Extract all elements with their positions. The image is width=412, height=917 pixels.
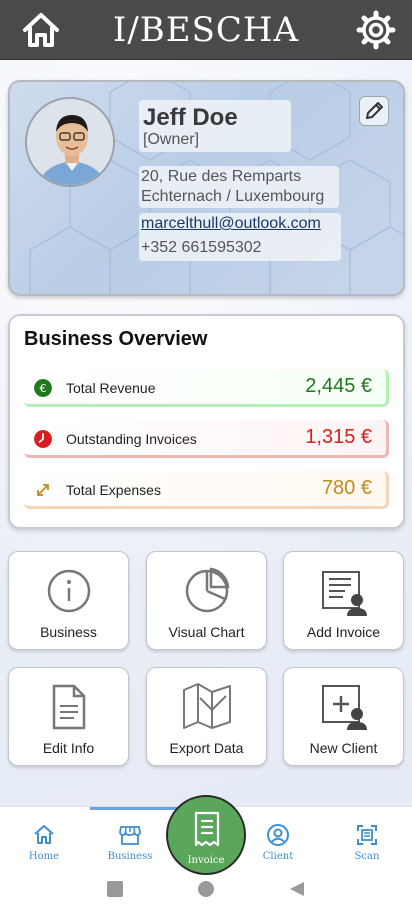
edit-info-tile-label: Edit Info [42, 740, 95, 756]
business-tile-label: Business [40, 624, 97, 640]
system-home-button[interactable] [197, 880, 215, 903]
export-data-tile-label: Export Data [169, 740, 244, 756]
business-tile[interactable]: Business [8, 551, 129, 650]
euro-icon: € [34, 379, 52, 397]
phone-number: +352 661595302 [141, 239, 262, 256]
nav-item-scan[interactable]: Scan [332, 821, 402, 865]
edit-profile-button[interactable] [359, 96, 389, 126]
clock-icon [34, 430, 52, 448]
nav-label-business: Business [107, 851, 153, 862]
add-invoice-tile[interactable]: Add Invoice [283, 551, 404, 650]
export-data-tile[interactable]: Export Data [146, 667, 267, 766]
map-icon [183, 683, 231, 729]
total-revenue-label: Total Revenue [66, 380, 156, 396]
back-triangle-icon [290, 882, 304, 896]
document-icon [52, 684, 86, 730]
new-client-tile[interactable]: New Client [283, 667, 404, 766]
nav-item-client[interactable]: Client [243, 821, 313, 865]
user-circle-icon [267, 824, 289, 846]
add-invoice-icon [322, 571, 367, 616]
total-expenses-label: Total Expenses [66, 482, 161, 498]
total-expenses-value: 780 € [321, 477, 372, 499]
gear-icon [356, 10, 396, 50]
edit-info-tile[interactable]: Edit Info [8, 667, 129, 766]
add-user-icon [322, 685, 367, 730]
profile-role: [Owner] [143, 131, 200, 148]
invoice-fab-button[interactable]: Invoice [166, 795, 246, 875]
outstanding-invoices-row[interactable]: Outstanding Invoices 1,315 € [24, 420, 389, 458]
profile-name: Jeff Doe [143, 104, 238, 131]
system-recents-button[interactable] [106, 880, 124, 903]
info-icon [47, 569, 91, 613]
receipt-icon [194, 811, 220, 847]
visual-chart-tile-label: Visual Chart [168, 624, 245, 640]
business-overview-card: Business Overview € Total Revenue 2,445 … [8, 314, 405, 529]
email-link[interactable]: marcelthull@outlook.com [141, 215, 321, 233]
nav-label-client: Client [262, 851, 294, 862]
pencil-icon [366, 102, 383, 119]
visual-chart-tile[interactable]: Visual Chart [146, 551, 267, 650]
nav-active-indicator [90, 807, 178, 810]
nav-label-home: Home [28, 851, 60, 862]
scan-icon [357, 825, 377, 845]
nav-label-scan: Scan [354, 851, 380, 862]
avatar [25, 97, 115, 187]
outstanding-invoices-label: Outstanding Invoices [66, 431, 197, 447]
add-invoice-tile-label: Add Invoice [306, 624, 381, 640]
system-back-button[interactable] [288, 880, 306, 903]
top-bar: I/BESCHA [0, 0, 412, 60]
total-revenue-row[interactable]: € Total Revenue 2,445 € [24, 369, 389, 407]
new-client-tile-label: New Client [309, 740, 378, 756]
contact-box: marcelthull@outlook.com +352 661595302 [139, 213, 341, 261]
total-expenses-row[interactable]: Total Expenses 780 € [24, 471, 389, 509]
address-box: 20, Rue des Remparts Echternach / Luxemb… [139, 166, 339, 208]
circle-icon [198, 881, 214, 897]
overview-title: Business Overview [24, 328, 208, 350]
total-revenue-value: 2,445 € [305, 375, 372, 397]
settings-button[interactable] [356, 10, 396, 50]
nav-label-invoice: Invoice [187, 855, 225, 866]
address-line-1: 20, Rue des Remparts [141, 168, 302, 185]
address-line-2: Echternach / Luxembourg [141, 188, 325, 205]
home-icon [34, 825, 54, 844]
name-box: Jeff Doe [Owner] [139, 100, 291, 152]
pie-chart-icon [185, 567, 230, 613]
square-icon [107, 881, 123, 897]
app-title: I/BESCHA [112, 10, 300, 50]
nav-item-business[interactable]: Business [95, 821, 165, 865]
store-icon [119, 826, 141, 845]
profile-card: Jeff Doe [Owner] 20, Rue des Remparts Ec… [8, 80, 405, 296]
nav-item-home[interactable]: Home [9, 821, 79, 865]
outstanding-invoices-value: 1,315 € [305, 426, 372, 448]
arrows-icon [37, 484, 49, 496]
svg-text:€: € [40, 382, 47, 395]
